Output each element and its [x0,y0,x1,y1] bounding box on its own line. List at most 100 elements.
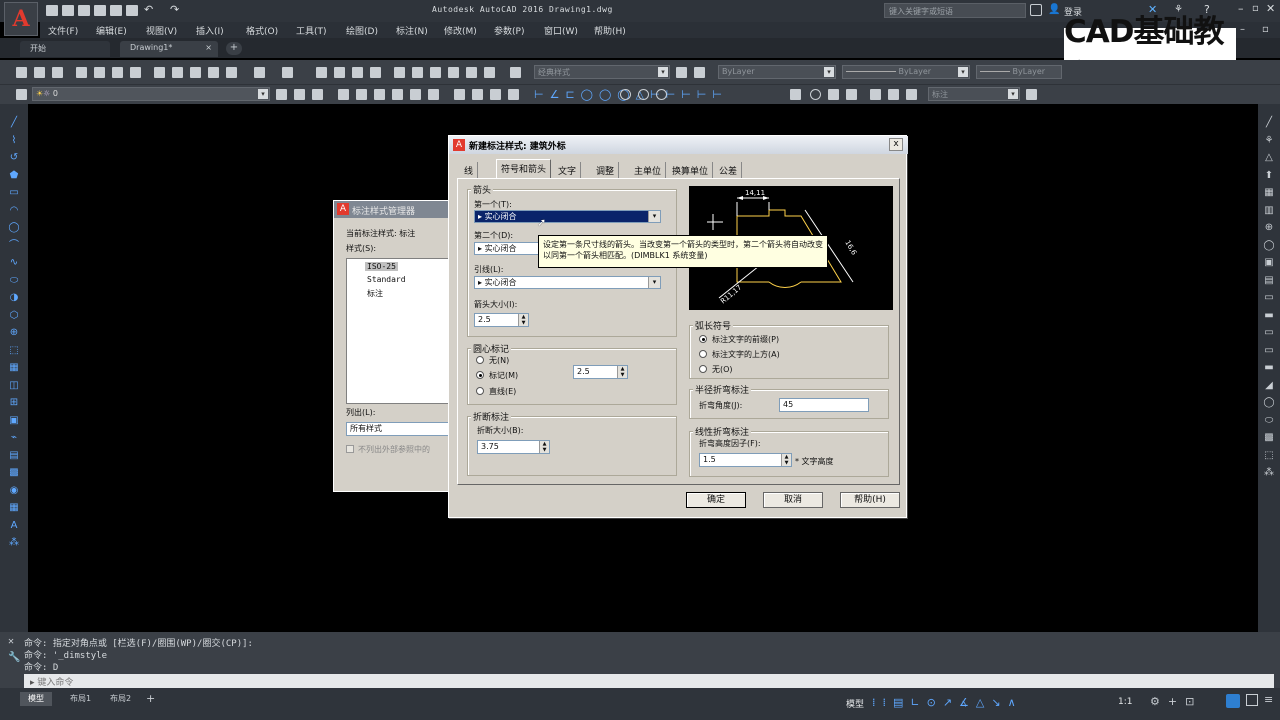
style-item-biaozhu[interactable]: 标注 [367,288,383,299]
dimstyle-combo[interactable]: 标注 ▾ [928,87,1020,101]
tab-layout2[interactable]: 布局2 [102,692,139,706]
properties-icon[interactable] [394,67,405,78]
layer-walk-icon[interactable] [428,89,439,100]
workspace-combo[interactable]: 经典样式 ▾ [534,65,670,79]
publish-icon[interactable] [112,67,123,78]
annotation-scale[interactable]: 1:1 [1118,697,1132,707]
linetype-combo[interactable]: ByLayer ▾ [842,65,970,79]
zoom-window-icon[interactable] [352,67,363,78]
menu-draw[interactable]: 绘图(D) [346,24,378,37]
menu-edit[interactable]: 编辑(E) [96,24,127,37]
tab-symbols-arrows[interactable]: 符号和箭头 [496,159,552,178]
block-editor-icon[interactable] [226,67,237,78]
cut-icon[interactable] [154,67,165,78]
binoculars-icon[interactable] [1030,4,1042,16]
menu-format[interactable]: 格式(O) [246,24,278,37]
first-arrow-select[interactable]: ▸ 实心闭合 ▾ [474,210,661,223]
layer-combo[interactable]: ☀☼ 0 ▾ [32,87,270,101]
model-space-label[interactable]: 模型 [846,697,864,710]
saveas-icon[interactable] [94,5,106,16]
center-none-radio[interactable] [476,356,484,364]
close-window-icon[interactable]: ✕ [1266,2,1275,15]
tab-alternate-units[interactable]: 换算单位 [668,162,714,178]
color-combo[interactable]: ByLayer ▾ [718,65,836,79]
doc-restore-icon[interactable]: ▫ [1262,24,1269,35]
save-icon[interactable] [78,5,90,16]
cmd-settings-icon[interactable]: 🔧 [8,652,20,663]
undo-tb-icon[interactable] [254,67,265,78]
customize-icon[interactable]: ≡ [1264,693,1273,706]
drafting-aids-icons[interactable]: ⁞⁞▤∟⊙↗∡△↘∧ [872,696,1023,709]
plot-icon[interactable] [110,5,122,16]
arc-none-radio[interactable] [699,365,707,373]
arc-above-radio[interactable] [699,350,707,358]
dim-radius-icon[interactable] [620,89,631,100]
print-icon[interactable] [126,5,138,16]
tab-text[interactable]: 文字 [554,162,582,178]
paste-icon[interactable] [190,67,201,78]
tab-drawing1[interactable]: Drawing1* × [120,41,218,57]
qnew-icon[interactable] [16,67,27,78]
toolpalettes-icon[interactable] [430,67,441,78]
quickcalc-icon[interactable] [484,67,495,78]
pan-icon[interactable] [316,67,327,78]
zoom-realtime-icon[interactable] [334,67,345,78]
layer-color-icon[interactable] [694,67,705,78]
zoom-previous-icon[interactable] [370,67,381,78]
add-layout-icon[interactable]: + [146,692,155,705]
dim-arc-icon[interactable] [656,89,667,100]
menu-modify[interactable]: 修改(M) [444,24,477,37]
dim-jogline-icon[interactable] [846,89,857,100]
layer-delete-icon[interactable] [472,89,483,100]
qsave-icon[interactable] [52,67,63,78]
help-tb-icon[interactable] [510,67,521,78]
search-input[interactable]: 键入关键字或短语 [884,3,1026,18]
preview-tb-icon[interactable] [94,67,105,78]
jog-factor-spinner[interactable]: 1.5 ▲ ▼ [699,453,792,467]
layer-off-icon[interactable] [356,89,367,100]
new-icon[interactable] [46,5,58,16]
layer-copy-icon[interactable] [490,89,501,100]
layer-merge-icon[interactable] [454,89,465,100]
center-line-radio[interactable] [476,387,484,395]
menu-file[interactable]: 文件(F) [48,24,78,37]
arrow-size-spinner[interactable]: 2.5 ▲ ▼ [474,313,529,327]
sheetset-icon[interactable] [448,67,459,78]
help-button[interactable]: 帮助(H) [840,492,900,508]
tab-close-icon[interactable]: × [205,43,212,52]
jog-angle-input[interactable]: 45 [779,398,869,412]
tab-layout1[interactable]: 布局1 [62,692,99,706]
dim-diameter-icon[interactable] [638,89,649,100]
redo-icon[interactable]: ↷ [170,3,179,16]
autocad-logo[interactable]: A [4,2,38,36]
break-size-spinner[interactable]: 3.75 ▲ ▼ [477,440,550,454]
undo-icon[interactable]: ↶ [144,3,153,16]
redo-tb-icon[interactable] [282,67,293,78]
arc-prefix-radio[interactable] [699,335,707,343]
minimize-icon[interactable]: – [1238,2,1244,15]
center-size-spinner[interactable]: 2.5 ▲ ▼ [573,365,628,379]
style-item-iso25[interactable]: ISO-25 [365,262,398,271]
markup-icon[interactable] [466,67,477,78]
tab-start[interactable]: 开始 [20,41,110,57]
workspace-gear-icon[interactable] [676,67,687,78]
layer-current-icon[interactable] [276,89,287,100]
hardware-accel-icon[interactable] [1226,694,1240,708]
dim-tolerance-icon[interactable] [790,89,801,100]
tab-primary-units[interactable]: 主单位 [630,162,667,178]
second-arrow-select[interactable]: ▸ 实心闭合 [474,242,544,255]
dim-update-icon[interactable] [906,89,917,100]
layer-manager-icon[interactable] [16,89,27,100]
cmd-close-icon[interactable]: ✕ [8,636,14,647]
menu-insert[interactable]: 插入(I) [196,24,224,37]
modify-tool-icons[interactable]: ╱ ⚘ △ ⬆ ▦ ▥ ⊕ ◯ ▣ ▤ ▭ ▬ ▭ ▭ ▬ ◢ ◯ ⬭ ▩ ⬚ ⁂ [1262,114,1276,482]
dialog-close-button[interactable]: x [889,138,903,151]
tab-fit[interactable]: 调整 [592,162,620,178]
dim-inspect-icon[interactable] [828,89,839,100]
layer-match-icon[interactable] [312,89,323,100]
status-tools-icons[interactable]: ⚙+⊡ [1150,695,1202,708]
layer-vp-icon[interactable] [508,89,519,100]
layer-unlock-icon[interactable] [410,89,421,100]
tab-tolerances[interactable]: 公差 [715,162,743,178]
draw-tool-icons[interactable]: ╱ ⌇ ↺ ⬟ ▭ ◠ ◯ ⌒ ∿ ⬭ ◑ ⬡ ⊕ ⬚ ▦ ◫ ⊞ ▣ ⌁ ▤ ▩ ◉ ▦ A ⁂ [8,114,20,552]
